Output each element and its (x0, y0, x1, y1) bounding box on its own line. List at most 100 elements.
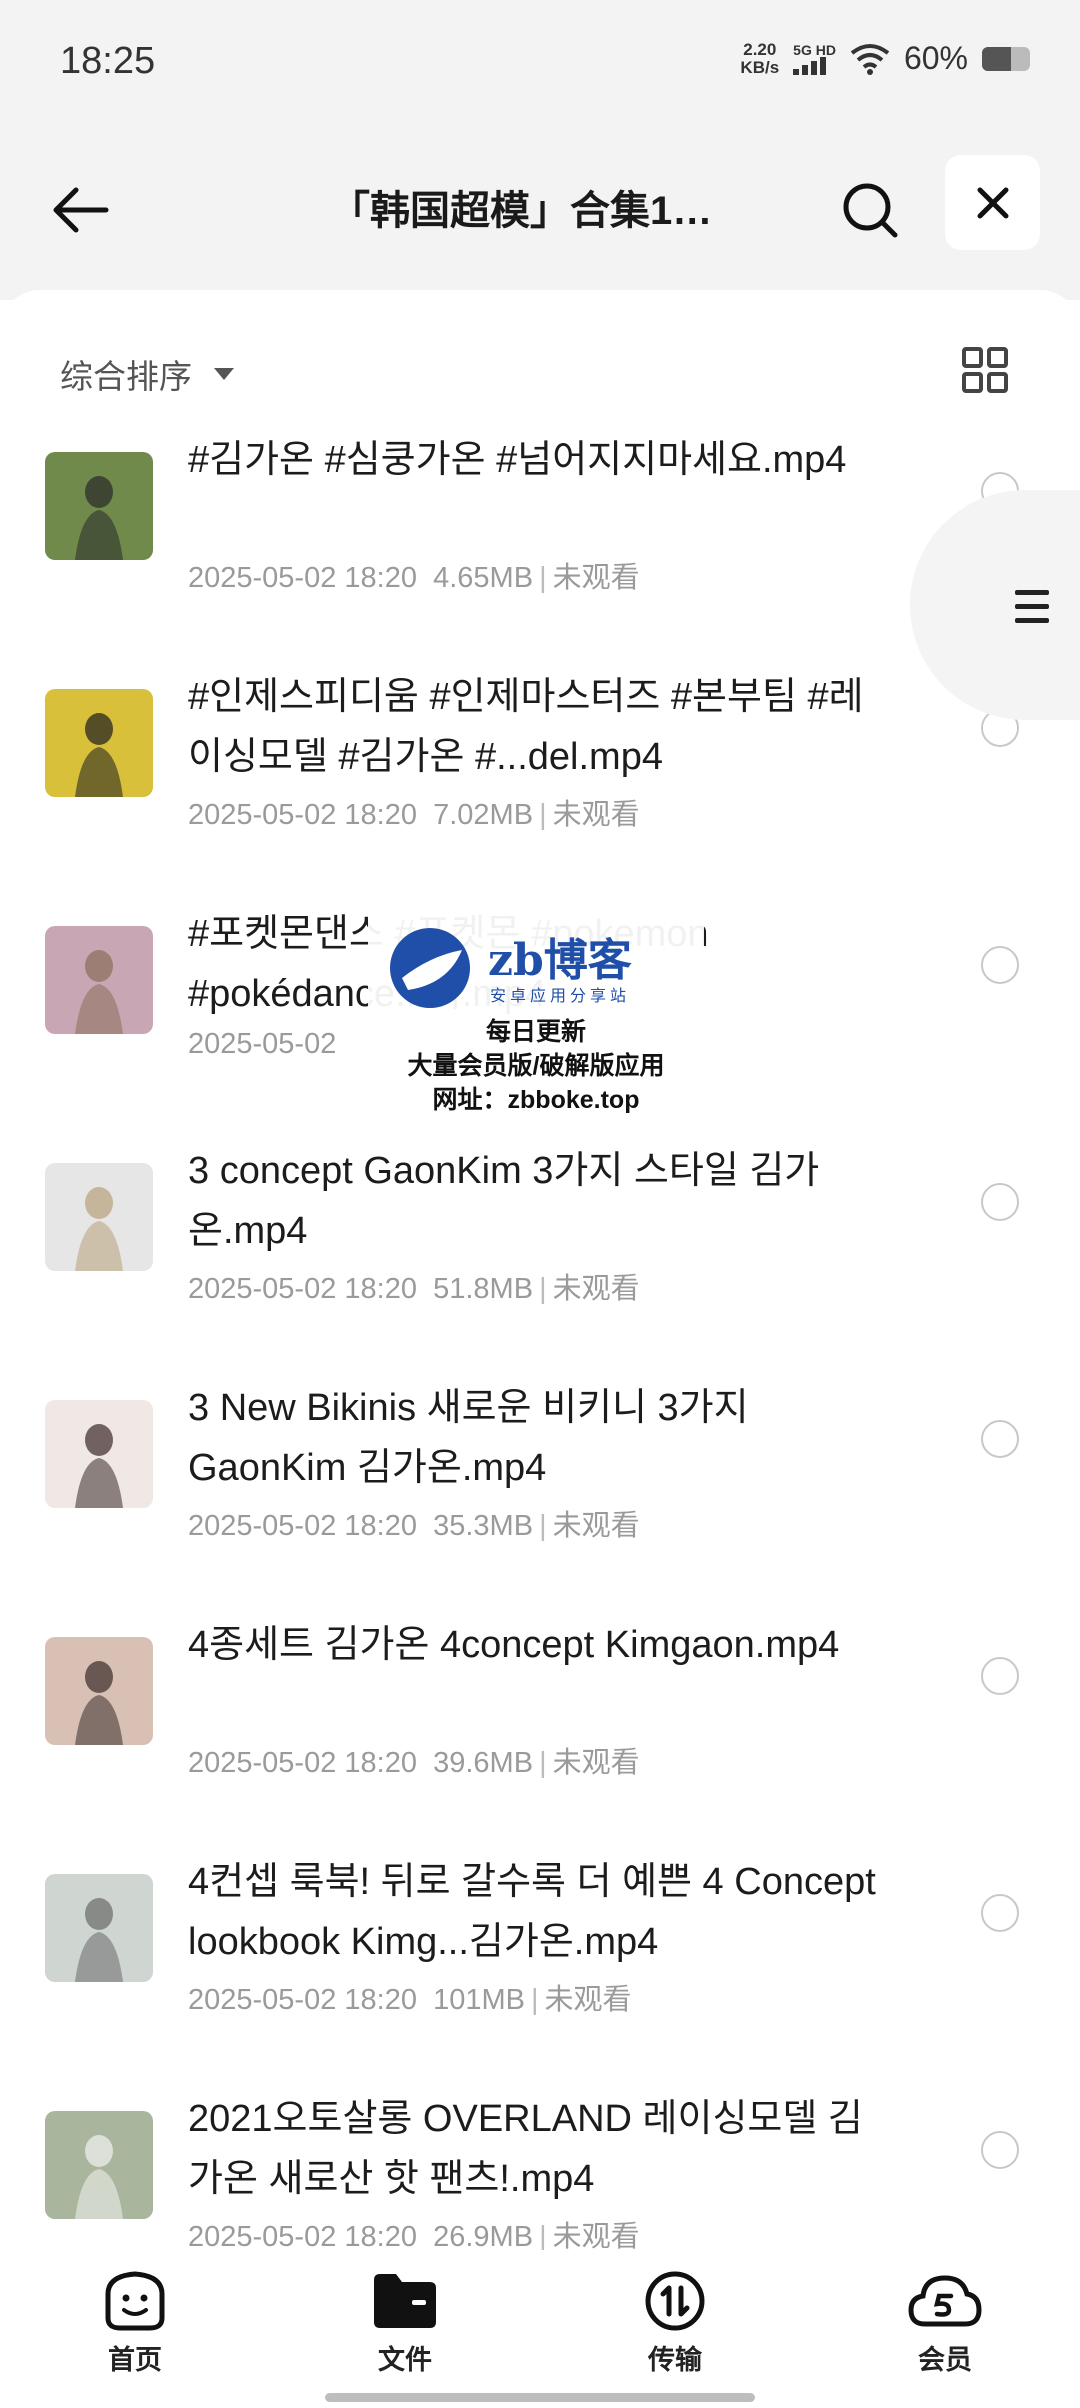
file-name: #인제스피디움 #인제마스터즈 #본부팀 #레이싱모델 #김가온 #...del… (188, 676, 864, 778)
file-meta: 2025-05-02 18:20 7.02MB | 未观看 (188, 791, 640, 833)
battery-icon (982, 46, 1030, 71)
file-date: 2025-05-02 18:20 (188, 799, 417, 831)
sort-bar: 综合排序 (0, 347, 1080, 430)
file-meta: 2025-05-02 18:20 39.6MB | 未观看 (188, 1739, 640, 1781)
file-meta: 2025-05-02 18:20 51.8MB | 未观看 (188, 1265, 640, 1307)
meta-separator: | (531, 1984, 539, 2016)
meta-separator: | (539, 562, 547, 594)
blog-logo-icon (390, 928, 470, 1008)
file-date: 2025-05-02 18:20 (188, 1510, 417, 1542)
caret-down-icon (214, 368, 234, 380)
watermark-line-2: 大量会员版/破解版应用 (407, 1052, 665, 1080)
nav-transfer[interactable]: 传输 (540, 2250, 810, 2408)
page-title: 「韩国超模」合集1… (330, 189, 713, 233)
select-radio[interactable] (981, 1183, 1019, 1221)
file-date: 2025-05-02 18:20 (188, 1273, 417, 1305)
status-time: 18:25 (60, 40, 156, 82)
side-menu-handle[interactable] (910, 490, 1080, 720)
top-app-bar: 「韩国超模」合集1… (0, 130, 1080, 300)
file-name: 2021오토살롱 OVERLAND 레이싱모델 김가온 새로산 핫 팬츠!.mp… (188, 2098, 863, 2200)
select-radio[interactable] (981, 2131, 1019, 2169)
nav-home[interactable]: 首页 (0, 2250, 270, 2408)
status-bar: 18:25 2.20 KB/s 5G HD 60% (0, 0, 1080, 130)
file-name: 4종세트 김가온 4concept Kimgaon.mp4 (188, 1624, 840, 1666)
nav-transfer-label: 传输 (648, 2345, 702, 2375)
back-button[interactable] (40, 170, 120, 250)
select-radio[interactable] (981, 1420, 1019, 1458)
watch-status: 未观看 (552, 799, 640, 831)
file-size: 4.65MB (433, 562, 534, 594)
file-meta: 2025-05-02 (188, 1028, 336, 1061)
watch-status: 未观看 (552, 1510, 640, 1542)
watch-status: 未观看 (552, 1747, 640, 1779)
meta-separator: | (539, 1273, 547, 1305)
menu-icon (1015, 590, 1049, 632)
file-date: 2025-05-02 18:20 (188, 2221, 417, 2253)
file-size: 39.6MB (433, 1747, 534, 1779)
smiley-home-icon (105, 2271, 165, 2331)
select-radio[interactable] (981, 946, 1019, 984)
watermark-overlay: zb博客 安卓应用分享站 每日更新 大量会员版/破解版应用 网址：zbboke.… (368, 912, 704, 1126)
file-row[interactable]: 4종세트 김가온 4concept Kimgaon.mp4 2025-05-02 … (0, 1615, 1080, 1852)
search-button[interactable] (830, 170, 910, 250)
file-meta: 2025-05-02 18:20 35.3MB | 未观看 (188, 1502, 640, 1544)
file-size: 7.02MB (433, 799, 534, 831)
transfer-icon (645, 2271, 705, 2331)
file-date: 2025-05-02 18:20 (188, 1984, 417, 2016)
watermark-brand: zb博客 (488, 935, 632, 986)
search-icon (843, 183, 898, 238)
battery-percent: 60% (903, 40, 968, 76)
select-radio[interactable] (981, 1657, 1019, 1695)
arrow-left-icon (53, 187, 109, 233)
close-icon (977, 187, 1008, 218)
nav-vip-label: 会员 (918, 2345, 972, 2375)
meta-separator: | (539, 799, 547, 831)
file-date: 2025-05-02 (188, 1028, 337, 1060)
video-thumbnail (45, 1400, 153, 1508)
video-thumbnail (45, 1163, 153, 1271)
file-name: 3 New Bikinis 새로운 비키니 3가지 GaonKim 김가온.mp… (188, 1387, 749, 1489)
watermark-subtitle: 安卓应用分享站 (490, 988, 631, 1005)
select-radio[interactable] (981, 1894, 1019, 1932)
video-thumbnail (45, 926, 153, 1034)
network-type-label: 5G HD (793, 41, 836, 58)
nav-home-label: 首页 (108, 2345, 162, 2375)
nav-files-label: 文件 (378, 2345, 432, 2375)
file-date: 2025-05-02 18:20 (188, 562, 417, 594)
sort-dropdown[interactable]: 综合排序 (60, 350, 234, 398)
sort-label: 综合排序 (60, 358, 192, 395)
watch-status: 未观看 (552, 2221, 640, 2253)
status-indicators: 2.20 KB/s 5G HD 60% (740, 40, 1030, 77)
file-meta: 2025-05-02 18:20 26.9MB | 未观看 (188, 2213, 640, 2255)
cloud-vip-icon (908, 2275, 982, 2327)
file-row[interactable]: 4컨셉 룩북! 뒤로 갈수록 더 예쁜 4 Concept lookbook K… (0, 1852, 1080, 2089)
close-button[interactable] (945, 155, 1040, 250)
file-meta: 2025-05-02 18:20 4.65MB | 未观看 (188, 554, 640, 596)
network-speed-unit: KB/s (740, 57, 780, 77)
watch-status: 未观看 (552, 562, 640, 594)
network-speed-value: 2.20 (743, 39, 777, 59)
file-date: 2025-05-02 18:20 (188, 1747, 417, 1779)
file-name: #김가온 #심쿵가온 #넘어지지마세요.mp4 (188, 439, 847, 481)
file-row[interactable]: 3 New Bikinis 새로운 비키니 3가지 GaonKim 김가온.mp… (0, 1378, 1080, 1615)
grid-view-icon[interactable] (960, 345, 1010, 395)
cellular-signal-icon: 5G HD (793, 43, 836, 75)
file-name: 4컨셉 룩북! 뒤로 갈수록 더 예쁜 4 Concept lookbook K… (188, 1861, 876, 1963)
file-size: 26.9MB (433, 2221, 534, 2253)
file-row[interactable]: 3 concept GaonKim 3가지 스타일 김가온.mp4 2025-05… (0, 1141, 1080, 1378)
nav-vip[interactable]: 会员 (810, 2250, 1080, 2408)
network-speed: 2.20 KB/s (740, 39, 780, 77)
video-thumbnail (45, 2111, 153, 2219)
file-size: 51.8MB (433, 1273, 534, 1305)
watch-status: 未观看 (544, 1984, 632, 2016)
file-size: 101MB (433, 1984, 525, 2016)
meta-separator: | (539, 1510, 547, 1542)
meta-separator: | (539, 1747, 547, 1779)
nav-files[interactable]: 文件 (270, 2250, 540, 2408)
folder-icon (374, 2274, 436, 2328)
watermark-line-1: 每日更新 (485, 1018, 586, 1046)
home-indicator (325, 2393, 755, 2402)
file-name: 3 concept GaonKim 3가지 스타일 김가온.mp4 (188, 1150, 820, 1252)
wifi-icon (850, 43, 890, 75)
video-thumbnail (45, 1637, 153, 1745)
